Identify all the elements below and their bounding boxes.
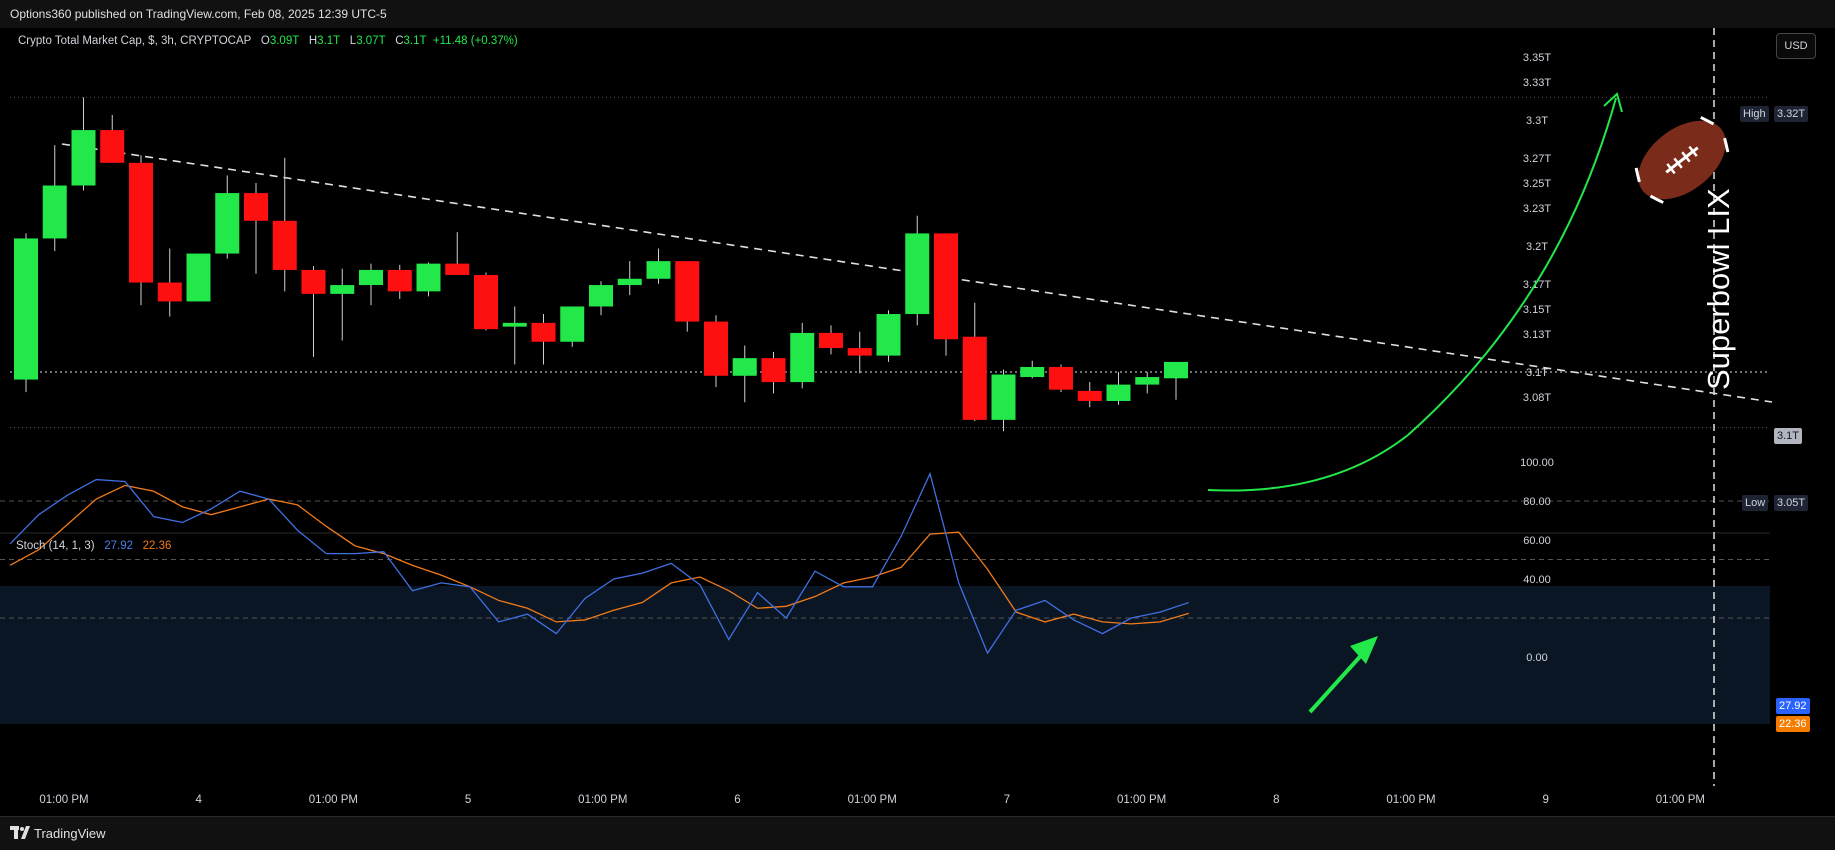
time-tick-label: 9 (1542, 794, 1548, 806)
price-tick-label: 3.35T (1523, 52, 1551, 64)
candle (1049, 364, 1073, 393)
publisher-bar: Options360 published on TradingView.com,… (0, 0, 1835, 29)
time-tick-label: 5 (465, 794, 471, 806)
open-value: 3.09T (269, 35, 300, 47)
close-label: C (395, 35, 404, 47)
candle (675, 261, 700, 332)
stoch-tick-label: 60.00 (1523, 535, 1551, 547)
time-tick-label: 6 (734, 794, 740, 806)
chart-area[interactable]: 3.35T3.33T3.3T3.27T3.25T3.23T3.2T3.17T3.… (0, 28, 1835, 816)
symbol-legend: Crypto Total Market Cap, $, 3h, CRYPTOCA… (18, 35, 518, 47)
close-value: 3.1T (403, 35, 427, 47)
candle (934, 233, 958, 356)
stoch-k-tag: 27.92 (1776, 698, 1810, 714)
brand-name: TradingView (34, 826, 106, 841)
time-tick-label: 01:00 PM (578, 794, 627, 806)
stoch-k-value: 27.92 (104, 540, 133, 552)
price-tick-label: 3.23T (1523, 203, 1551, 215)
stoch-band-fill (0, 586, 1770, 724)
stoch-tick-label: 40.00 (1523, 574, 1551, 586)
price-tick-label: 3.08T (1523, 392, 1551, 404)
stoch-legend: Stoch (14, 1, 3) 27.92 22.36 (16, 540, 171, 552)
time-tick-label: 7 (1004, 794, 1010, 806)
high-tag-value: 3.32T (1774, 106, 1809, 122)
price-tick-label: 3.33T (1523, 77, 1551, 89)
stoch-tick-label: 80.00 (1523, 496, 1551, 508)
price-tick-label: 3.13T (1523, 329, 1551, 341)
open-label: O (260, 35, 270, 47)
candle (186, 253, 211, 302)
last-price-tag: 3.1T (1774, 428, 1803, 444)
time-tick-label: 01:00 PM (39, 794, 88, 806)
event-label: Superbowl LIX (1701, 188, 1736, 390)
stoch-tick-label: 100.00 (1520, 457, 1554, 469)
price-tick-label: 3.27T (1523, 153, 1551, 165)
currency-button[interactable]: USD (1776, 33, 1816, 59)
candle (14, 233, 38, 393)
publisher-text: Options360 published on TradingView.com,… (10, 7, 387, 21)
price-tick-label: 3.25T (1523, 178, 1551, 190)
price-tick-label: 3.3T (1526, 115, 1548, 127)
candle (416, 262, 441, 297)
time-tick-label: 8 (1273, 794, 1279, 806)
time-tick-label: 01:00 PM (1656, 794, 1705, 806)
low-value: 3.07T (356, 35, 386, 47)
tradingview-logo-icon (10, 826, 30, 839)
brand-bar: TradingView (0, 816, 1835, 850)
time-tick-label: 4 (195, 794, 202, 806)
symbol-name: Crypto Total Market Cap, $, 3h, CRYPTOCA… (18, 35, 252, 47)
low-tag-label: Low (1742, 495, 1769, 511)
stoch-d-tag: 22.36 (1776, 716, 1810, 732)
time-tick-label: 01:00 PM (1117, 794, 1166, 806)
stoch-tick-label: 0.00 (1526, 652, 1547, 664)
stoch-d-value: 22.36 (142, 540, 172, 552)
high-value: 3.1T (317, 35, 341, 47)
time-tick-label: 01:00 PM (1386, 794, 1435, 806)
change-value: +11.48 (+0.37%) (432, 35, 518, 47)
time-tick-label: 01:00 PM (848, 794, 897, 806)
price-tick-label: 3.2T (1526, 241, 1548, 253)
candle (876, 310, 901, 362)
high-label: H (308, 35, 318, 47)
stoch-name: Stoch (14, 1, 3) (16, 540, 95, 552)
candle (474, 272, 498, 331)
low-tag-value: 3.05T (1774, 495, 1809, 511)
candle (560, 306, 585, 347)
high-tag-label: High (1740, 106, 1769, 122)
price-tick-label: 3.1T (1526, 367, 1548, 379)
time-tick-label: 01:00 PM (309, 794, 358, 806)
price-tick-label: 3.15T (1523, 304, 1551, 316)
